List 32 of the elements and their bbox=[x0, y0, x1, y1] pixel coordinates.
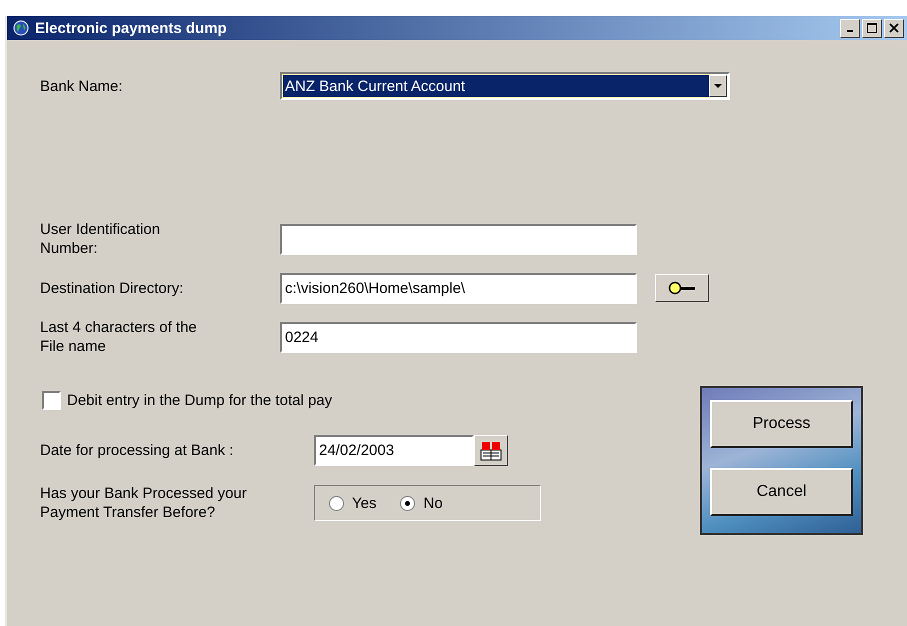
checkbox[interactable] bbox=[42, 391, 61, 410]
radio-button[interactable] bbox=[329, 496, 344, 510]
minimize-button[interactable] bbox=[840, 18, 860, 38]
dropdown-arrow-icon bbox=[714, 84, 722, 88]
field-label: Destination Directory: bbox=[40, 278, 184, 298]
field-label: Bank Name: bbox=[40, 78, 124, 94]
browse-button[interactable] bbox=[655, 274, 709, 302]
maximize-button[interactable] bbox=[862, 18, 882, 38]
window-title: Electronic payments dump bbox=[35, 20, 228, 36]
question-label: Has your Bank Processed your Payment Transfer Before? bbox=[40, 484, 248, 522]
input-field[interactable]: c:\vision260\Home\sample\ bbox=[280, 272, 637, 304]
dialog-button[interactable]: Process bbox=[710, 400, 853, 448]
calendar-icon bbox=[480, 440, 502, 460]
dialog-button[interactable]: Cancel bbox=[710, 468, 853, 516]
radio-option[interactable]: Yes bbox=[329, 494, 376, 512]
globe-icon bbox=[13, 20, 29, 36]
checkbox-label: Debit entry in the Dump for the total pay bbox=[67, 392, 332, 409]
radio-option[interactable]: No bbox=[400, 494, 443, 512]
field-label: Last 4 characters of the File name bbox=[40, 318, 198, 356]
field-label: Date for processing at Bank : bbox=[40, 442, 234, 459]
field-label: User Identification Number: bbox=[40, 220, 162, 258]
key-icon bbox=[667, 281, 697, 295]
close-icon bbox=[889, 23, 899, 33]
radio-button[interactable] bbox=[400, 496, 416, 510]
minimize-icon bbox=[847, 30, 853, 32]
input-field[interactable] bbox=[280, 224, 637, 254]
input-field[interactable]: 0224 bbox=[280, 322, 637, 352]
maximize-icon bbox=[867, 23, 877, 33]
close-button[interactable] bbox=[884, 18, 904, 38]
date-field[interactable]: 24/02/2003 bbox=[314, 435, 474, 466]
bank-name-dropdown[interactable]: ANZ Bank Current Account bbox=[280, 72, 730, 100]
calendar-button[interactable] bbox=[474, 435, 508, 466]
